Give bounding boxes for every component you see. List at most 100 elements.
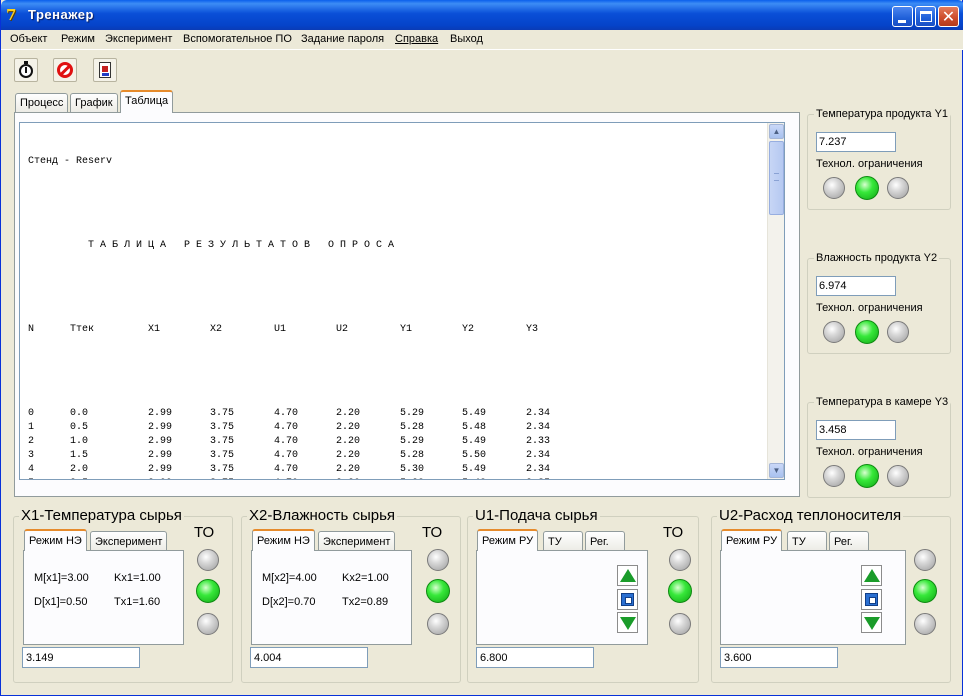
export-button[interactable] (93, 58, 117, 82)
u2-tab-mode[interactable]: Режим РУ (721, 529, 783, 551)
table-cell: 2.0 (70, 464, 89, 475)
u2-tab-reg[interactable]: Рег. (829, 531, 869, 551)
group-y2-title: Влажность продукта Y2 (814, 252, 940, 264)
chevron-down-icon: ▼ (772, 466, 781, 475)
tab-graph[interactable]: График (70, 93, 118, 112)
table-cell: Y2 (462, 324, 475, 335)
table-cell: X2 (210, 324, 223, 335)
u2-value-field[interactable]: 3.600 (720, 647, 838, 668)
x2-tab-mode[interactable]: Режим НЭ (252, 529, 315, 551)
x1-mean: M[x1]=3.00 (34, 572, 89, 584)
y2-led-low (823, 321, 845, 343)
x1-gain: Kx1=1.00 (114, 572, 161, 584)
u1-led-bottom (669, 613, 691, 635)
x2-variance: D[x2]=0.70 (262, 596, 316, 608)
table-cell: 2 (28, 436, 35, 447)
group-x1-title: X1-Температура сырья (19, 507, 184, 524)
u1-led-mid (668, 579, 692, 603)
u2-decrease-button[interactable] (861, 612, 882, 633)
y1-value-field[interactable]: 7.237 (816, 132, 896, 152)
u1-decrease-button[interactable] (617, 612, 638, 633)
y2-value-field[interactable]: 6.974 (816, 276, 896, 296)
menu-help[interactable]: Справка (395, 33, 438, 45)
table-cell: 2.20 (336, 408, 361, 419)
table-cell: 5.49 (462, 436, 487, 447)
table-row: 1 0.5 2.99 3.75 4.70 2.20 5.28 5.48 2.34 (28, 421, 748, 435)
x2-tab-experiment[interactable]: Эксперимент (318, 531, 396, 551)
main-window: 7 Тренажер ✕ Объект Режим Эксперимент Вс… (0, 0, 963, 696)
vertical-scrollbar[interactable]: ▲ ▼ (767, 123, 784, 479)
table-cell: 5.50 (462, 450, 487, 461)
table-cell: 4.70 (274, 450, 299, 461)
u2-led-top (914, 549, 936, 571)
maximize-button[interactable] (915, 6, 936, 27)
u1-increase-button[interactable] (617, 565, 638, 586)
scroll-down-button[interactable]: ▼ (769, 463, 784, 478)
group-x2-title: X2-Влажность сырья (247, 507, 398, 524)
window-title: Тренажер (28, 7, 94, 22)
menu-bar: Объект Режим Эксперимент Вспомогательное… (1, 30, 963, 50)
u1-tab-mode[interactable]: Режим РУ (477, 529, 539, 551)
x1-tab-mode[interactable]: Режим НЭ (24, 529, 87, 551)
table-cell: 1.5 (70, 450, 89, 461)
table-cell: Y3 (526, 324, 539, 335)
menu-experiment[interactable]: Эксперимент (105, 33, 172, 45)
close-button[interactable]: ✕ (938, 6, 959, 27)
scroll-up-button[interactable]: ▲ (769, 124, 784, 139)
y1-led-low (823, 177, 845, 199)
u1-tab-tu[interactable]: ТУ (543, 531, 583, 551)
group-x2: X2-Влажность сырья ТО Режим НЭ Экспериме… (241, 507, 461, 683)
arrow-up-icon (620, 569, 636, 582)
u2-increase-button[interactable] (861, 565, 882, 586)
chevron-up-icon: ▲ (772, 127, 781, 136)
x1-value-field[interactable]: 3.149 (22, 647, 140, 668)
table-cell: 2.99 (148, 450, 173, 461)
results-memo[interactable]: Стенд - Reserv Т А Б Л И Ц А Р Е З У Л Ь… (19, 122, 785, 480)
tab-process[interactable]: Процесс (15, 93, 69, 112)
table-row: 4 2.0 2.99 3.75 4.70 2.20 5.30 5.49 2.34 (28, 463, 748, 477)
table-cell: 2.20 (336, 450, 361, 461)
y3-limits-label: Технол. ограничения (816, 446, 923, 458)
stopwatch-button[interactable] (14, 58, 38, 82)
y2-led-norm (855, 320, 879, 344)
y3-value-field[interactable]: 3.458 (816, 420, 896, 440)
u1-value-field[interactable]: 6.800 (476, 647, 594, 668)
x2-gain: Kx2=1.00 (342, 572, 389, 584)
table-cell: U1 (274, 324, 287, 335)
x2-value-field[interactable]: 4.004 (250, 647, 368, 668)
table-cell: Tтек (70, 324, 95, 335)
minimize-button[interactable] (892, 6, 913, 27)
x1-params-panel: M[x1]=3.00 Kx1=1.00 D[x1]=0.50 Tx1=1.60 (23, 550, 184, 645)
table-cell: 3 (28, 450, 35, 461)
tab-table[interactable]: Таблица (120, 90, 174, 113)
table-cell: 4 (28, 464, 35, 475)
menu-object[interactable]: Объект (10, 33, 47, 45)
table-cell: 2.35 (526, 477, 550, 479)
stop-button[interactable] (53, 58, 77, 82)
u2-hold-button[interactable] (861, 589, 882, 610)
group-y2: Влажность продукта Y2 6.974 Технол. огра… (807, 252, 951, 354)
table-cell: 2.20 (336, 464, 361, 475)
y1-led-norm (855, 176, 879, 200)
x1-tab-experiment[interactable]: Эксперимент (90, 531, 168, 551)
table-cell: 3.75 (210, 436, 235, 447)
u1-hold-button[interactable] (617, 589, 638, 610)
table-cell: 2.20 (336, 477, 360, 479)
scroll-thumb[interactable] (769, 141, 784, 215)
menu-set-password[interactable]: Задание пароля (301, 33, 384, 45)
table-cell: 4.70 (274, 422, 299, 433)
table-cell: 2.33 (526, 436, 551, 447)
table-cell: 5.28 (400, 450, 425, 461)
title-bar[interactable]: 7 Тренажер ✕ (1, 0, 963, 30)
menu-aux-software[interactable]: Вспомогательное ПО (183, 33, 292, 45)
y3-led-high (887, 465, 909, 487)
u1-tab-reg[interactable]: Рег. (585, 531, 625, 551)
table-cell: 0 (28, 408, 35, 419)
menu-exit[interactable]: Выход (450, 33, 483, 45)
u2-tab-tu[interactable]: ТУ (787, 531, 827, 551)
table-cell: Y1 (400, 324, 413, 335)
table-rows: 0 0.0 2.99 3.75 4.70 2.20 5.29 5.49 2.34 1 0.5 2.99… (28, 407, 748, 479)
menu-mode[interactable]: Режим (61, 33, 95, 45)
table-cell: 2.5 (70, 477, 88, 479)
group-u2: U2-Расход теплоносителя Режим РУ ТУ Рег.… (711, 507, 951, 683)
